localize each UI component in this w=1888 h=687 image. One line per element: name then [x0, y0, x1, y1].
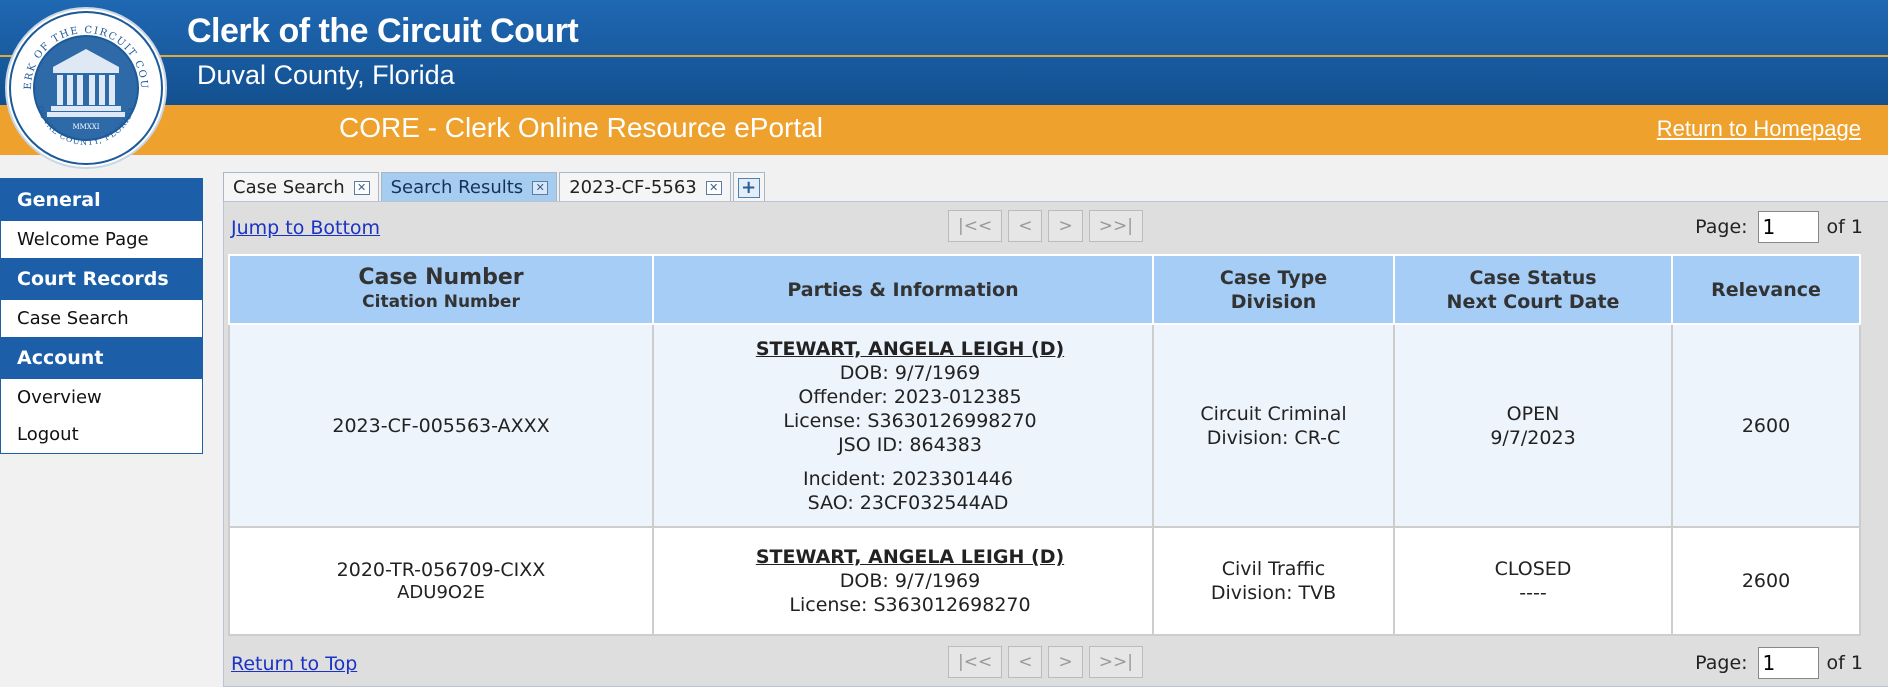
site-title: Clerk of the Circuit Court	[187, 12, 579, 50]
party-license: License: S3630126998270	[783, 409, 1037, 432]
svg-text:MMXXI: MMXXI	[72, 123, 99, 131]
party-offender: Offender: 2023-012385	[798, 385, 1022, 408]
case-type: Civil Traffic	[1221, 558, 1326, 580]
case-type: Circuit Criminal	[1200, 402, 1347, 425]
case-division: Division: CR-C	[1206, 426, 1341, 449]
top-pager: |<< < > >>|	[948, 210, 1143, 242]
table-header-row: Case Number Citation Number Parties & In…	[228, 254, 1861, 325]
header-case-type-label: Case Type	[1219, 266, 1328, 289]
party-name-link[interactable]: STEWART, ANGELA LEIGH (D)	[668, 337, 1152, 361]
party-dob: DOB: 9/7/1969	[839, 361, 981, 384]
tab-search-results[interactable]: Search Results ✕	[380, 172, 558, 202]
site-subtitle: Duval County, Florida	[197, 60, 455, 90]
plus-icon: +	[737, 177, 760, 198]
sidebar-item-logout[interactable]: Logout	[1, 416, 202, 453]
page-number-input[interactable]	[1757, 211, 1819, 243]
parties-cell: STEWART, ANGELA LEIGH (D) DOB: 9/7/1969 …	[652, 526, 1154, 636]
page-indicator: Page: of 1	[1695, 647, 1863, 679]
header-case-number-label: Case Number	[358, 264, 524, 290]
page-label: Page:	[1695, 216, 1748, 238]
court-seal-logo: CLERK OF THE CIRCUIT COURT DUVAL COUNTY,…	[3, 5, 167, 169]
case-sao: SAO: 23CF032544AD	[807, 491, 1009, 514]
sidebar-heading-court-records: Court Records	[1, 258, 202, 300]
search-results-panel: Jump to Bottom |<< < > >>| Page: of 1 Ca…	[223, 201, 1888, 687]
header-case-status[interactable]: Case Status Next Court Date	[1393, 254, 1673, 325]
relevance-cell: 2600	[1671, 526, 1861, 636]
case-division: Division: TVB	[1210, 582, 1337, 604]
first-page-button[interactable]: |<<	[948, 646, 1003, 678]
close-icon[interactable]: ✕	[705, 180, 722, 195]
tab-strip: Case Search ✕ Search Results ✕ 2023-CF-5…	[223, 172, 767, 202]
sidebar-heading-account: Account	[1, 337, 202, 379]
party-jso-id: JSO ID: 864383	[838, 433, 982, 456]
bottom-pager-row: Return to Top |<< < > >>| Page: of 1	[224, 638, 1888, 682]
case-status-cell: OPEN 9/7/2023	[1393, 323, 1673, 528]
tab-label: 2023-CF-5563	[569, 177, 697, 198]
sidebar-heading-general: General	[1, 179, 202, 221]
return-to-top-link[interactable]: Return to Top	[231, 653, 357, 675]
case-number-cell: 2020-TR-056709-CIXX ADU9O2E	[228, 526, 654, 636]
case-type-cell: Circuit Criminal Division: CR-C	[1152, 323, 1395, 528]
close-icon[interactable]: ✕	[353, 180, 370, 195]
citation-number: ADU9O2E	[397, 582, 485, 603]
header-parties[interactable]: Parties & Information	[652, 254, 1154, 325]
tab-case-2023-cf-5563[interactable]: 2023-CF-5563 ✕	[559, 172, 731, 202]
prev-page-button[interactable]: <	[1008, 210, 1043, 242]
header-divider	[0, 55, 1888, 57]
next-page-button[interactable]: >	[1048, 210, 1083, 242]
bottom-pager: |<< < > >>|	[948, 646, 1143, 678]
sidebar-nav: General Welcome Page Court Records Case …	[0, 178, 203, 454]
header-case-type[interactable]: Case Type Division	[1152, 254, 1395, 325]
header-citation-number-label: Citation Number	[362, 291, 520, 312]
relevance-cell: 2600	[1671, 323, 1861, 528]
next-page-button[interactable]: >	[1048, 646, 1083, 678]
sidebar-item-overview[interactable]: Overview	[1, 379, 202, 416]
add-tab-button[interactable]: +	[732, 172, 765, 202]
page-number-input[interactable]	[1757, 647, 1819, 679]
case-number-cell: 2023-CF-005563-AXXX	[228, 323, 654, 528]
header-case-status-label: Case Status	[1469, 266, 1597, 289]
last-page-button[interactable]: >>|	[1088, 210, 1143, 242]
header-relevance[interactable]: Relevance	[1671, 254, 1861, 325]
case-incident: Incident: 2023301446	[803, 467, 1013, 490]
parties-cell: STEWART, ANGELA LEIGH (D) DOB: 9/7/1969 …	[652, 323, 1154, 528]
header-case-number[interactable]: Case Number Citation Number	[228, 254, 654, 325]
jump-to-bottom-link[interactable]: Jump to Bottom	[231, 217, 380, 239]
portal-name: CORE - Clerk Online Resource ePortal	[339, 112, 823, 143]
page-label: Page:	[1695, 652, 1748, 674]
return-to-homepage-link[interactable]: Return to Homepage	[1657, 116, 1861, 142]
close-icon[interactable]: ✕	[532, 180, 549, 195]
party-dob: DOB: 9/7/1969	[839, 570, 981, 592]
tab-label: Case Search	[233, 177, 345, 198]
page-total: of 1	[1826, 652, 1863, 674]
header-next-court-date-label: Next Court Date	[1446, 290, 1620, 313]
table-row[interactable]: 2023-CF-005563-AXXX STEWART, ANGELA LEIG…	[228, 323, 1861, 528]
party-license: License: S363012698270	[789, 594, 1031, 616]
case-number[interactable]: 2020-TR-056709-CIXX	[337, 559, 546, 581]
prev-page-button[interactable]: <	[1008, 646, 1043, 678]
last-page-button[interactable]: >>|	[1088, 646, 1143, 678]
tab-label: Search Results	[390, 177, 524, 198]
sidebar-item-case-search[interactable]: Case Search	[1, 300, 202, 337]
next-court-date: 9/7/2023	[1490, 426, 1576, 449]
case-number[interactable]: 2023-CF-005563-AXXX	[332, 415, 549, 437]
page-total: of 1	[1826, 216, 1863, 238]
case-type-cell: Civil Traffic Division: TVB	[1152, 526, 1395, 636]
results-table: Case Number Citation Number Parties & In…	[228, 254, 1861, 636]
portal-bar	[0, 105, 1888, 155]
page-indicator: Page: of 1	[1695, 211, 1863, 243]
case-status-cell: CLOSED ----	[1393, 526, 1673, 636]
case-status: OPEN	[1506, 402, 1560, 425]
top-pager-row: Jump to Bottom |<< < > >>| Page: of 1	[224, 202, 1888, 246]
header-division-label: Division	[1230, 290, 1317, 313]
sidebar-item-welcome-page[interactable]: Welcome Page	[1, 221, 202, 258]
next-court-date: ----	[1519, 582, 1547, 604]
table-row[interactable]: 2020-TR-056709-CIXX ADU9O2E STEWART, ANG…	[228, 526, 1861, 636]
tab-case-search[interactable]: Case Search ✕	[223, 172, 379, 202]
case-status: CLOSED	[1494, 558, 1572, 580]
first-page-button[interactable]: |<<	[948, 210, 1003, 242]
party-name-link[interactable]: STEWART, ANGELA LEIGH (D)	[668, 545, 1152, 569]
